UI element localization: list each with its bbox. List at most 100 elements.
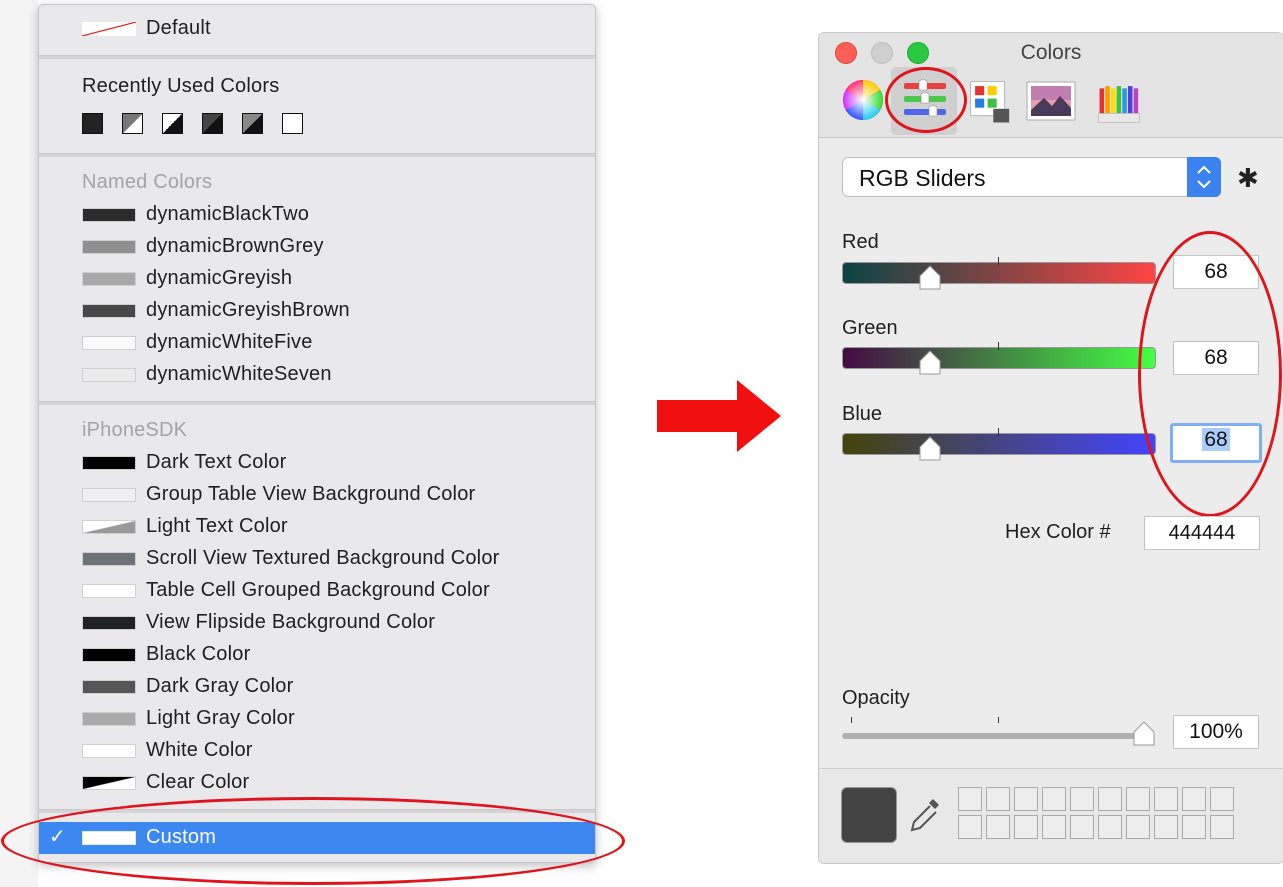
- panel-title: Colors: [1020, 41, 1082, 64]
- blue-slider[interactable]: [842, 433, 1156, 455]
- color-name-label: White Color: [146, 739, 253, 761]
- saved-swatch-slot[interactable]: [1042, 815, 1066, 839]
- saved-swatch-slot[interactable]: [1182, 787, 1206, 811]
- background-window: [0, 0, 38, 887]
- color-mode-value: RGB Sliders: [859, 165, 986, 191]
- opacity-label: Opacity: [842, 687, 910, 709]
- named-color-menu-item[interactable]: dynamicGreyishBrown: [39, 295, 595, 327]
- iphonesdk-color-menu-item[interactable]: Black Color: [39, 639, 595, 671]
- slider-tick: [998, 257, 999, 265]
- color-palettes-icon[interactable]: [966, 77, 1016, 127]
- saved-swatch-slot[interactable]: [1014, 815, 1038, 839]
- hex-color-label: Hex Color #: [1005, 521, 1111, 543]
- iphonesdk-color-menu-item[interactable]: Light Text Color: [39, 511, 595, 543]
- iphonesdk-color-menu-item[interactable]: Dark Text Color: [39, 447, 595, 479]
- color-name-label: dynamicWhiteFive: [146, 331, 313, 353]
- named-color-menu-item[interactable]: dynamicBrownGrey: [39, 231, 595, 263]
- blue-slider-knob[interactable]: [918, 436, 942, 462]
- recent-color-swatch[interactable]: [202, 113, 223, 134]
- default-label: Default: [146, 17, 211, 39]
- saved-swatch-slot[interactable]: [1182, 815, 1206, 839]
- color-swatch: [82, 456, 136, 470]
- pencils-icon[interactable]: [1095, 77, 1145, 127]
- green-slider-knob[interactable]: [918, 350, 942, 376]
- iphonesdk-color-menu-item[interactable]: Table Cell Grouped Background Color: [39, 575, 595, 607]
- iphonesdk-color-menu-item[interactable]: View Flipside Background Color: [39, 607, 595, 639]
- iphonesdk-color-menu-item[interactable]: Dark Gray Color: [39, 671, 595, 703]
- recent-color-swatch[interactable]: [82, 113, 103, 134]
- color-swatch: [82, 712, 136, 726]
- slider-tick: [998, 342, 999, 350]
- saved-swatch-slot[interactable]: [1070, 787, 1094, 811]
- red-arrow-icon: [657, 380, 781, 452]
- red-slider[interactable]: [842, 262, 1156, 284]
- saved-swatch-slot[interactable]: [1126, 815, 1150, 839]
- saved-swatch-slot[interactable]: [958, 815, 982, 839]
- color-swatch: [82, 680, 136, 694]
- eyedropper-icon[interactable]: [909, 795, 943, 835]
- green-slider[interactable]: [842, 347, 1156, 369]
- color-name-label: Group Table View Background Color: [146, 483, 476, 505]
- recent-colors-header: Recently Used Colors: [82, 75, 280, 97]
- color-name-label: dynamicGreyishBrown: [146, 299, 350, 321]
- saved-swatch-slot[interactable]: [1210, 787, 1234, 811]
- saved-swatch-slot[interactable]: [1042, 787, 1066, 811]
- saved-swatch-slot[interactable]: [1210, 815, 1234, 839]
- color-name-label: Scroll View Textured Background Color: [146, 547, 500, 569]
- image-palettes-icon[interactable]: [1026, 77, 1076, 127]
- color-swatch: [82, 304, 136, 318]
- saved-swatch-slot[interactable]: [1154, 815, 1178, 839]
- menu-separator: [39, 55, 595, 59]
- saved-swatch-slot[interactable]: [986, 787, 1010, 811]
- saved-swatch-slot[interactable]: [1154, 787, 1178, 811]
- saved-swatch-slot[interactable]: [1098, 787, 1122, 811]
- saved-swatch-slot[interactable]: [1014, 787, 1038, 811]
- saved-swatch-slot[interactable]: [1098, 815, 1122, 839]
- gear-icon[interactable]: ✱: [1237, 163, 1259, 194]
- named-color-menu-item[interactable]: dynamicWhiteFive: [39, 327, 595, 359]
- color-wheel-icon[interactable]: [838, 75, 888, 125]
- red-label: Red: [842, 231, 879, 253]
- colors-panel: Colors RGB Sliders ✱ Red 68 Green 68 Blu…: [818, 32, 1283, 864]
- opacity-slider-knob[interactable]: [1132, 721, 1156, 747]
- recent-color-swatch[interactable]: [122, 113, 143, 134]
- iphonesdk-color-menu-item[interactable]: White Color: [39, 735, 595, 767]
- panel-bottom-bar: [819, 768, 1283, 863]
- popup-stepper: [1187, 157, 1221, 197]
- red-slider-knob[interactable]: [918, 265, 942, 291]
- color-swatch: [82, 368, 136, 382]
- hex-color-field[interactable]: 444444: [1144, 516, 1260, 550]
- current-color-well[interactable]: [841, 787, 897, 843]
- iphonesdk-color-menu-item[interactable]: Group Table View Background Color: [39, 479, 595, 511]
- opacity-value-field[interactable]: 100%: [1173, 715, 1259, 749]
- named-color-menu-item[interactable]: dynamicBlackTwo: [39, 199, 595, 231]
- color-mode-popup[interactable]: RGB Sliders: [842, 157, 1221, 197]
- color-name-label: Dark Gray Color: [146, 675, 294, 697]
- green-label: Green: [842, 317, 898, 339]
- saved-swatch-slot[interactable]: [1126, 787, 1150, 811]
- recent-color-swatch[interactable]: [242, 113, 263, 134]
- opacity-slider[interactable]: [842, 733, 1144, 739]
- color-swatch: [82, 488, 136, 502]
- named-color-menu-item[interactable]: dynamicGreyish: [39, 263, 595, 295]
- color-name-label: Light Text Color: [146, 515, 288, 537]
- saved-swatch-slot[interactable]: [986, 815, 1010, 839]
- color-swatch: [82, 584, 136, 598]
- saved-swatch-slot[interactable]: [1070, 815, 1094, 839]
- named-color-menu-item[interactable]: dynamicWhiteSeven: [39, 359, 595, 391]
- menu-separator: [39, 153, 595, 157]
- iphonesdk-color-menu-item[interactable]: Light Gray Color: [39, 703, 595, 735]
- saved-swatch-slot[interactable]: [958, 787, 982, 811]
- color-name-label: Dark Text Color: [146, 451, 287, 473]
- recent-color-swatch[interactable]: [282, 113, 303, 134]
- blue-label: Blue: [842, 403, 883, 425]
- color-swatch: [82, 744, 136, 758]
- menu-item-default[interactable]: Default: [39, 13, 595, 45]
- color-swatch: [82, 208, 136, 222]
- color-name-label: Light Gray Color: [146, 707, 295, 729]
- recent-color-swatch[interactable]: [162, 113, 183, 134]
- menu-separator: [39, 401, 595, 405]
- iphonesdk-color-menu-item[interactable]: Clear Color: [39, 767, 595, 799]
- color-swatch: [82, 240, 136, 254]
- iphonesdk-color-menu-item[interactable]: Scroll View Textured Background Color: [39, 543, 595, 575]
